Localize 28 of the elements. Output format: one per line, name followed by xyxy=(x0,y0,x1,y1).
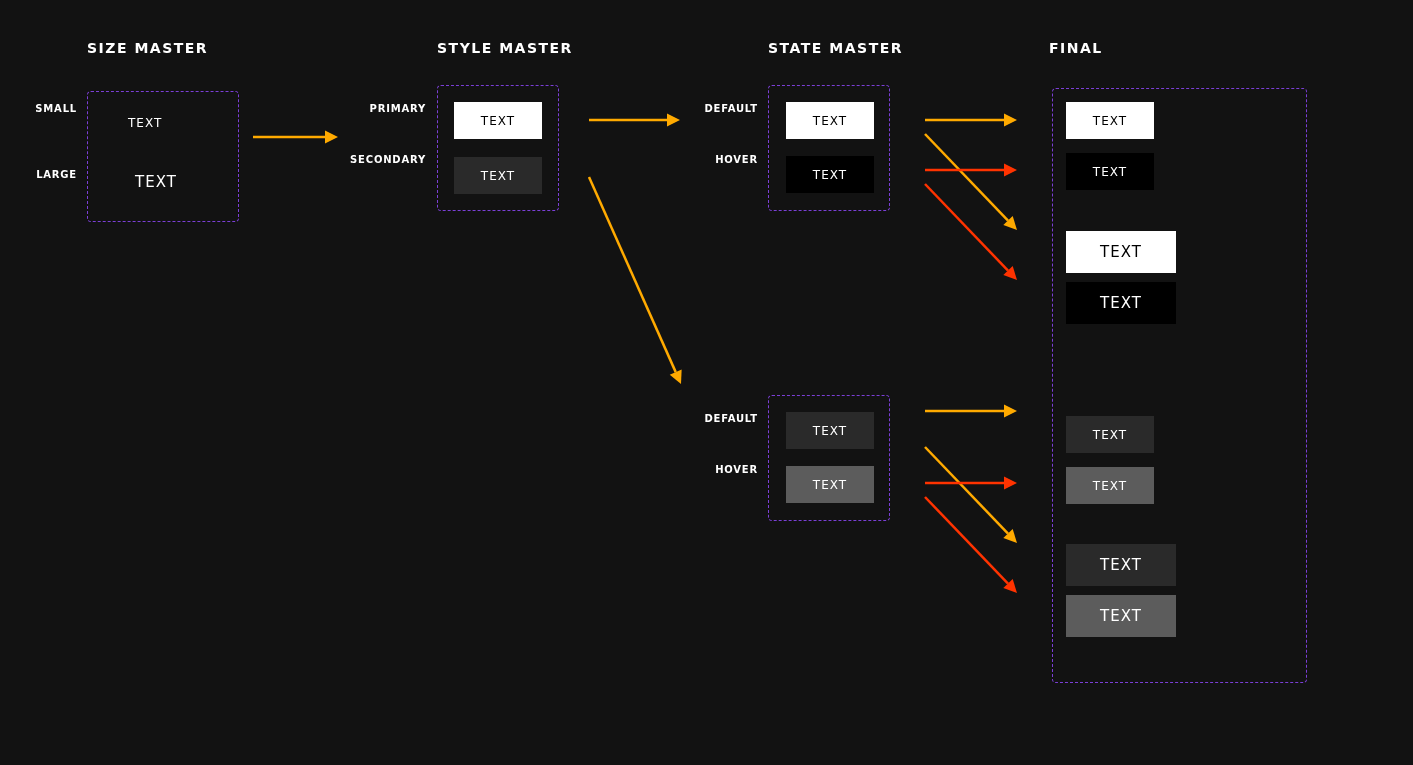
row-label: SECONDARY xyxy=(349,154,426,165)
button-sample: TEXT xyxy=(1066,416,1154,453)
column-heading: SIZE MASTER xyxy=(87,40,209,56)
row-label: PRIMARY xyxy=(368,103,426,114)
button-sample: TEXT xyxy=(454,157,542,194)
row-label: DEFAULT xyxy=(703,103,758,114)
row-label: DEFAULT xyxy=(703,413,758,424)
column-heading: STYLE MASTER xyxy=(437,40,573,56)
sample-text: TEXT xyxy=(128,116,163,130)
column-heading: FINAL xyxy=(1049,40,1103,56)
button-sample: TEXT xyxy=(786,466,874,503)
row-label: SMALL xyxy=(34,103,77,114)
button-sample: TEXT xyxy=(1066,544,1176,586)
row-label: LARGE xyxy=(35,169,77,180)
button-sample: TEXT xyxy=(1066,102,1154,139)
sample-text: TEXT xyxy=(135,173,177,191)
column-heading: STATE MASTER xyxy=(768,40,904,56)
button-sample: TEXT xyxy=(1066,595,1176,637)
row-label: HOVER xyxy=(714,464,758,475)
button-sample: TEXT xyxy=(1066,153,1154,190)
button-sample: TEXT xyxy=(786,156,874,193)
button-sample: TEXT xyxy=(786,102,874,139)
button-sample: TEXT xyxy=(786,412,874,449)
button-sample: TEXT xyxy=(1066,231,1176,273)
row-label: HOVER xyxy=(714,154,758,165)
button-sample: TEXT xyxy=(454,102,542,139)
button-sample: TEXT xyxy=(1066,282,1176,324)
button-sample: TEXT xyxy=(1066,467,1154,504)
